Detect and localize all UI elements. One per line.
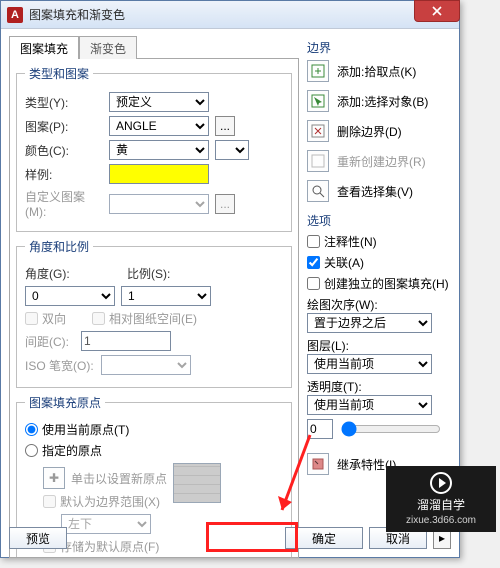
scale-label: 比例(S): [127, 265, 177, 282]
remove-boundary-label[interactable]: 删除边界(D) [337, 123, 402, 140]
close-button[interactable] [414, 0, 460, 22]
legend-angle-scale: 角度和比例 [25, 238, 93, 255]
draworder-select[interactable]: 置于边界之后 [307, 313, 432, 333]
scale-select[interactable]: 1 [121, 286, 211, 306]
remove-boundary-icon[interactable] [307, 120, 329, 142]
add-pick-icon[interactable] [307, 60, 329, 82]
legend-type-pattern: 类型和图案 [25, 65, 93, 82]
app-icon: A [7, 7, 23, 23]
recreate-boundary-label: 重新创建边界(R) [337, 153, 426, 170]
associative-label: 关联(A) [324, 254, 364, 271]
double-label: 双向 [42, 310, 66, 327]
annotative-label: 注释性(N) [324, 233, 377, 250]
independent-checkbox[interactable] [307, 277, 320, 290]
transparency-value-input[interactable] [307, 419, 333, 439]
inherit-icon[interactable] [307, 453, 329, 475]
tab-gradient[interactable]: 渐变色 [79, 36, 137, 59]
options-heading: 选项 [307, 212, 451, 229]
color2-select[interactable] [215, 140, 249, 160]
type-label: 类型(Y): [25, 94, 103, 111]
play-icon [430, 472, 452, 494]
pattern-select[interactable]: ANGLE [109, 116, 209, 136]
transparency-label: 透明度(T): [307, 380, 362, 394]
default-extent-checkbox [43, 495, 56, 508]
tab-hatch[interactable]: 图案填充 [9, 36, 79, 59]
click-set-origin-label: 单击以设置新原点 [71, 470, 167, 487]
sample-swatch[interactable] [109, 164, 209, 184]
legend-origin: 图案填充原点 [25, 394, 105, 411]
specify-origin-radio[interactable] [25, 444, 38, 457]
transparency-select[interactable]: 使用当前项 [307, 395, 432, 415]
add-select-label[interactable]: 添加:选择对象(B) [337, 93, 428, 110]
add-pick-label[interactable]: 添加:拾取点(K) [337, 63, 416, 80]
view-selection-label[interactable]: 查看选择集(V) [337, 183, 413, 200]
double-checkbox [25, 312, 38, 325]
angle-select[interactable]: 0 [25, 286, 115, 306]
custom-browse-button: ... [215, 194, 235, 214]
associative-checkbox[interactable] [307, 256, 320, 269]
paperspace-label: 相对图纸空间(E) [109, 310, 197, 327]
layer-label: 图层(L): [307, 339, 349, 353]
type-select[interactable]: 预定义 [109, 92, 209, 112]
close-icon [432, 6, 442, 16]
pattern-label: 图案(P): [25, 118, 103, 135]
origin-preview-icon [173, 463, 221, 503]
iso-label: ISO 笔宽(O): [25, 357, 95, 374]
iso-select [101, 355, 191, 375]
layer-select[interactable]: 使用当前项 [307, 354, 432, 374]
annotative-checkbox[interactable] [307, 235, 320, 248]
sample-label: 样例: [25, 166, 103, 183]
view-selection-icon[interactable] [307, 180, 329, 202]
spacing-input [81, 331, 171, 351]
use-current-origin-radio[interactable] [25, 423, 38, 436]
spacing-label: 间距(C): [25, 333, 75, 350]
set-origin-icon: ✚ [43, 467, 65, 489]
recreate-boundary-icon [307, 150, 329, 172]
transparency-slider[interactable] [341, 421, 441, 437]
color-label: 颜色(C): [25, 142, 103, 159]
default-extent-label: 默认为边界范围(X) [60, 493, 160, 510]
ok-button[interactable]: 确定 [285, 527, 363, 549]
paperspace-checkbox [92, 312, 105, 325]
custom-pattern-select [109, 194, 209, 214]
use-current-origin-label: 使用当前原点(T) [42, 421, 129, 438]
custom-pattern-label: 自定义图案(M): [25, 188, 103, 219]
add-select-icon[interactable] [307, 90, 329, 112]
independent-label: 创建独立的图案填充(H) [324, 275, 449, 292]
color-select[interactable]: 黄 [109, 140, 209, 160]
pattern-browse-button[interactable]: ... [215, 116, 235, 136]
watermark: 溜溜自学 zixue.3d66.com [386, 466, 496, 532]
angle-label: 角度(G): [25, 265, 75, 282]
specify-origin-label: 指定的原点 [42, 442, 102, 459]
window-title: 图案填充和渐变色 [29, 6, 125, 23]
preview-button[interactable]: 预览 [9, 527, 67, 549]
draworder-label: 绘图次序(W): [307, 298, 378, 312]
boundary-heading: 边界 [307, 39, 451, 56]
